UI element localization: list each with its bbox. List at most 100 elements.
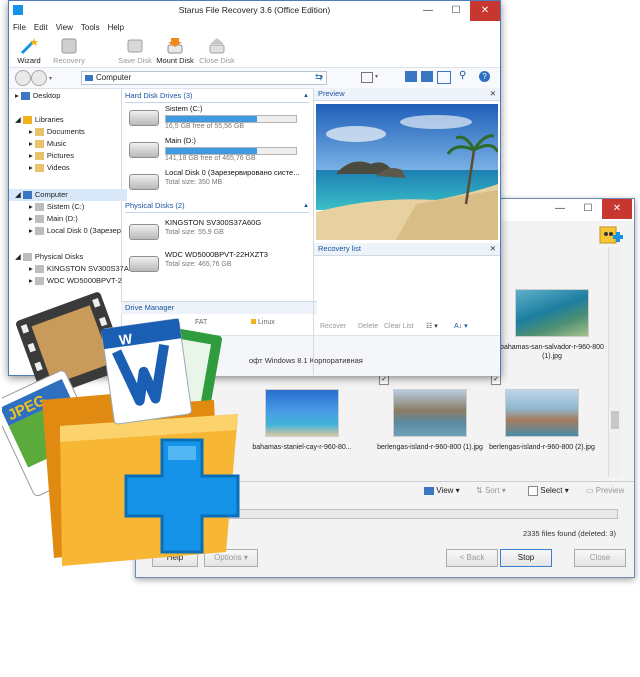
tree-documents[interactable]: ▸ Documents [29,126,85,138]
address-value: Computer [96,73,132,82]
tree-panel-icon[interactable] [421,71,433,82]
close-button[interactable]: Close [574,549,626,567]
tree-local-disk[interactable]: ▸ Local Disk 0 (Зарезер [29,225,121,237]
tree-desktop[interactable]: ▸ Desktop [15,90,60,102]
tree-videos[interactable]: ▸ Videos [29,162,70,174]
close-disk-button[interactable]: Close Disk [197,37,237,65]
sort-icon: ⇅ [476,486,483,495]
address-field[interactable]: Computer ▾ [81,71,327,85]
back-nav-icon[interactable] [15,70,31,86]
back-button[interactable]: < Back [446,549,498,567]
view-panel-icon[interactable] [405,71,417,82]
tree-computer[interactable]: ◢ Computer [9,189,127,201]
sort-az-icon[interactable]: A↓ ▾ [454,320,468,334]
collapse-icon[interactable]: ▲ [303,90,309,102]
recovery-list-header: Recovery list ✕ [314,243,500,256]
fs-label-linux: Linux [251,319,275,326]
help-icon[interactable]: ? [479,71,490,82]
search-icon[interactable]: ⚲ [459,70,466,81]
preview-icon: ▭ [586,486,594,495]
tree-physical-disks[interactable]: ◢ Physical Disks [15,251,83,263]
thumbnail-item[interactable]: berlengas-island-r-960-800 (1).jpg [376,389,484,452]
close-preview-icon[interactable]: ✕ [490,88,496,100]
save-icon[interactable] [437,71,451,84]
recover-button[interactable]: Recover [320,320,346,334]
scrollbar-thumb[interactable] [611,411,619,429]
close-recovery-list-icon[interactable]: ✕ [490,243,496,255]
hard-drive-icon [129,110,159,126]
vertical-scrollbar[interactable] [608,247,621,477]
maximize-button[interactable]: ☐ [574,199,602,219]
hard-disks-header[interactable]: Hard Disk Drives (3) ▲ [125,90,309,103]
tree-wdc[interactable]: ▸ WDC WD5000BPVT-2 [29,275,122,287]
menu-view[interactable]: View [52,21,77,35]
menu-edit[interactable]: Edit [30,21,52,35]
toolbar: Wizard Recovery Save Disk Mount Disk Clo… [9,35,500,67]
preview-header: Preview ✕ [314,88,500,101]
collapse-icon[interactable]: ▲ [303,200,309,212]
tree-pictures[interactable]: ▸ Pictures [29,150,74,162]
drive-icon [34,277,44,286]
wizard-badge-icon [596,223,626,247]
close-window-button[interactable]: ✕ [470,1,500,21]
forward-nav-icon[interactable] [31,70,47,86]
stop-button[interactable]: Stop [500,549,552,567]
view-button[interactable]: View ▾ [424,486,460,495]
hard-drive-icon [129,256,159,272]
drive-item[interactable]: Local Disk 0 (Зарезервировано систе... T… [125,168,309,198]
drive-name: Sistem (C:) [165,104,203,113]
thumbnail-checkbox[interactable]: ✓ [379,375,389,385]
tree-music[interactable]: ▸ Music [29,138,66,150]
menu-help[interactable]: Help [104,21,128,35]
save-disk-icon [125,37,145,55]
mount-disk-button[interactable]: Mount Disk [155,37,195,65]
tree-kingston[interactable]: ▸ KINGSTON SV300S37A [29,263,129,275]
menu-tools[interactable]: Tools [77,21,104,35]
thumbnail-item[interactable]: bahamas-san-salvador-r-960-800 (1).jpg [498,289,606,361]
list-view-icon[interactable]: ☷ ▾ [426,320,438,334]
delete-button[interactable]: Delete [358,320,378,334]
recovery-button[interactable]: Recovery [49,37,89,65]
recovery-list-toolbar: Recover Delete Clear List ☷ ▾ A↓ ▾ [314,320,500,334]
thumbnail-image [393,389,467,437]
thumbnail-checkbox[interactable]: ✓ [491,375,501,385]
physical-disks-header[interactable]: Physical Disks (2) ▲ [125,200,309,213]
tree-label: Documents [46,127,85,136]
history-dropdown-icon[interactable]: ▾ [49,75,52,82]
wizard-button[interactable]: Wizard [9,37,49,65]
close-window-button[interactable]: ✕ [602,199,632,219]
minimize-button[interactable]: — [546,199,574,219]
thumbnail-item[interactable]: berlengas-island-r-960-800 (2).jpg [488,389,596,452]
menu-file[interactable]: File [9,21,30,35]
tree-main[interactable]: ▸ Main (D:) [29,213,78,225]
tree-label: WDC WD5000BPVT-2 [46,276,122,285]
thumbnail-caption: bahamas-staniel-cay-r-960-80... [252,444,352,451]
layout-icon[interactable] [361,72,373,83]
thumbnail-image [505,389,579,437]
drive-item[interactable]: Main (D:) 141,18 GB free of 465,76 GB [125,136,309,166]
drive-icon [34,215,44,224]
minimize-button[interactable]: — [414,1,442,21]
save-disk-button[interactable]: Save Disk [115,37,155,65]
maximize-button[interactable]: ☐ [442,1,470,21]
view-label: View [436,486,454,495]
sort-button[interactable]: ⇅ Sort ▾ [476,486,506,495]
refresh-icon[interactable]: ⇆ [315,72,323,83]
tree-label: Local Disk 0 (Зарезер [46,226,121,235]
tree-label: Sistem (C:) [46,202,85,211]
drive-item[interactable]: KINGSTON SV300S37A60G Total size: 55,9 G… [125,218,309,248]
preview-toggle-button[interactable]: ▭ Preview [586,486,624,495]
tree-label: Main (D:) [46,214,78,223]
drive-item[interactable]: WDC WD5000BPVT-22HXZT3 Total size: 465,7… [125,250,309,280]
preview-toggle-label: Preview [595,486,625,495]
tree-sistem[interactable]: ▸ Sistem (C:) [29,201,84,213]
layout-dropdown-icon[interactable]: ▾ [375,73,378,80]
drive-item[interactable]: Sistem (C:) 16,5 GB free of 55,56 GB [125,104,309,134]
drive-name: Main (D:) [165,136,196,145]
tree-label: Desktop [32,91,61,100]
select-button[interactable]: Select ▾ [528,486,569,496]
thumbnail-item[interactable]: bahamas-staniel-cay-r-960-80... [248,389,356,452]
tree-libraries[interactable]: ◢ Libraries [15,114,64,126]
clear-list-button[interactable]: Clear List [384,320,414,334]
desktop-icon [20,92,30,101]
